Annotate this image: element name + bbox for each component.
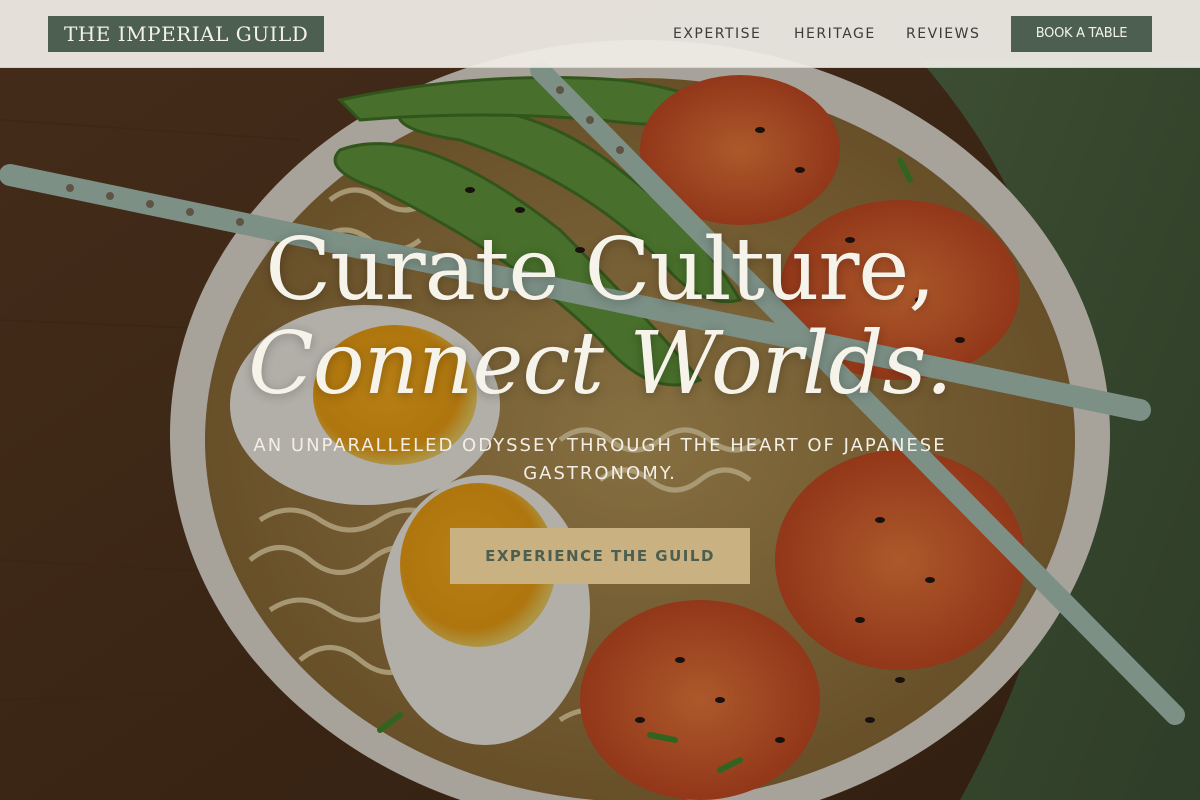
hero-subheading: AN UNPARALLELED ODYSSEY THROUGH THE HEAR… [253, 435, 947, 484]
book-table-button[interactable]: BOOK A TABLE [1011, 16, 1152, 52]
site-logo[interactable]: THE IMPERIAL GUILD [48, 16, 325, 52]
hero-headline-line2: Connect Worlds. [248, 314, 953, 414]
nav-link-reviews[interactable]: REVIEWS [906, 24, 980, 44]
site-header: THE IMPERIAL GUILD EXPERTISE HERITAGE RE… [0, 0, 1200, 68]
experience-guild-button[interactable]: EXPERIENCE THE GUILD [450, 528, 750, 584]
nav-link-expertise[interactable]: EXPERTISE [673, 24, 761, 44]
hero-headline-line1: Curate Culture, [265, 220, 935, 320]
nav-link-heritage[interactable]: HERITAGE [794, 24, 876, 44]
